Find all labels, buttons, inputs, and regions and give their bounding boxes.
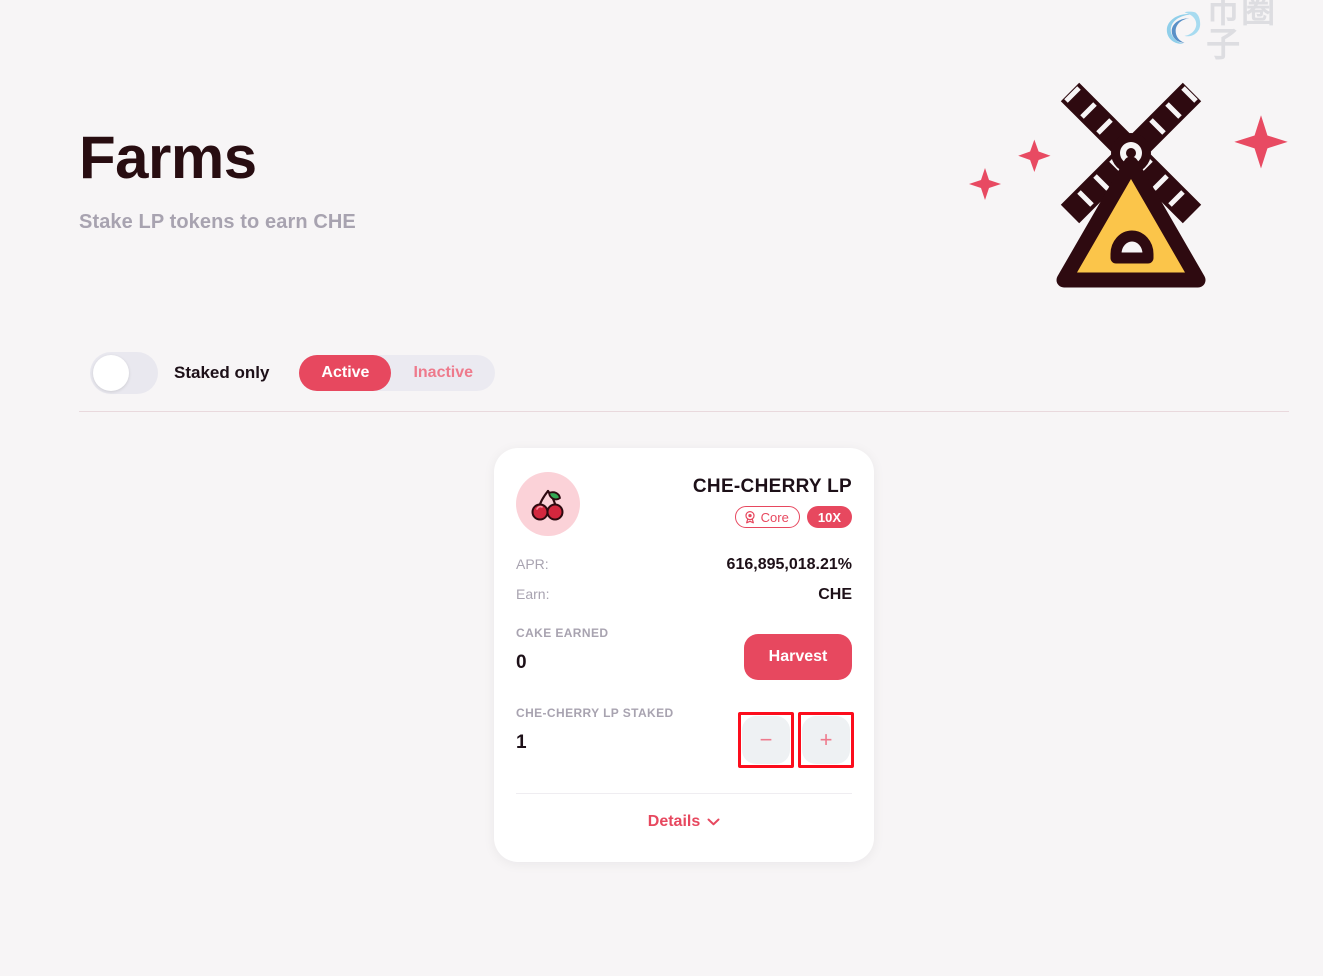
unstake-minus-button[interactable]: − <box>742 716 790 764</box>
page-subtitle: Stake LP tokens to earn CHE <box>79 211 356 233</box>
watermark-logo: 币圈子 <box>1159 0 1309 62</box>
farm-card: CHE-CHERRY LP Core 10X APR: 616,895,018.… <box>494 448 874 862</box>
pair-name: CHE-CHERRY LP <box>692 476 852 497</box>
stake-highlight-box: + <box>798 712 854 768</box>
unstake-highlight-box: − <box>738 712 794 768</box>
page-title: Farms <box>79 124 257 191</box>
stake-plus-button[interactable]: + <box>802 716 850 764</box>
farms-page: 币圈子 Farms Stake LP tokens to earn CHE St… <box>0 0 1323 976</box>
filters-row: Staked only Active Inactive <box>90 352 496 394</box>
staked-only-label: Staked only <box>174 363 270 382</box>
card-divider <box>516 793 852 794</box>
apr-value: 616,895,018.21% <box>726 556 852 573</box>
details-label: Details <box>647 813 701 830</box>
apr-label: APR: <box>516 556 549 572</box>
core-ribbon-icon <box>745 510 755 524</box>
farm-card-header: CHE-CHERRY LP Core 10X <box>516 472 852 544</box>
earn-row: Earn: CHE <box>516 586 852 604</box>
swirl-logo-icon <box>1166 11 1201 44</box>
badge-row: Core 10X <box>693 506 852 528</box>
core-badge: Core <box>734 506 800 528</box>
watermark-text: 币圈子 <box>1206 0 1277 65</box>
staked-section: CHE-CHERRY LP STAKED 1 − + <box>516 706 854 768</box>
multiplier-badge: 10X <box>806 506 852 528</box>
staked-only-toggle[interactable] <box>90 352 158 394</box>
stake-stepper: − + <box>738 712 854 768</box>
cherry-icon <box>516 472 580 536</box>
earn-value: CHE <box>818 586 852 603</box>
harvest-button[interactable]: Harvest <box>744 634 852 680</box>
apr-row: APR: 616,895,018.21% <box>516 556 852 574</box>
earned-section: CAKE EARNED 0 Harvest <box>516 626 852 684</box>
section-divider <box>79 411 1289 412</box>
earn-label: Earn: <box>516 586 550 602</box>
windmill-illustration <box>940 58 1300 298</box>
tab-active[interactable]: Active <box>299 355 392 391</box>
status-tab-group: Active Inactive <box>299 355 496 391</box>
farm-card-title-block: CHE-CHERRY LP Core 10X <box>693 472 852 528</box>
core-badge-label: Core <box>760 509 789 525</box>
toggle-knob <box>93 355 129 391</box>
details-toggle[interactable]: Details <box>494 813 874 831</box>
tab-inactive[interactable]: Inactive <box>391 355 495 391</box>
chevron-down-icon <box>707 818 720 826</box>
